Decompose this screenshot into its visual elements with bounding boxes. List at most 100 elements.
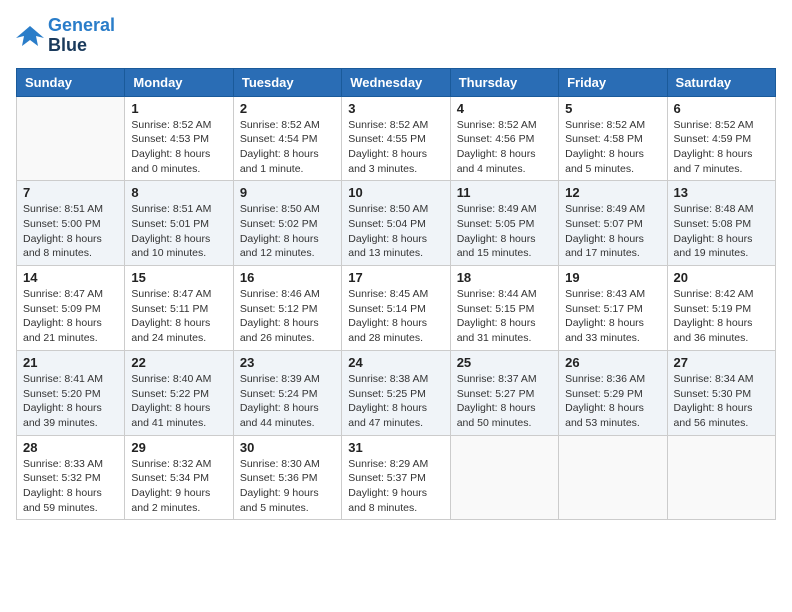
weekday-header-tuesday: Tuesday bbox=[233, 68, 341, 96]
day-number: 12 bbox=[565, 185, 660, 200]
calendar-cell: 26 Sunrise: 8:36 AMSunset: 5:29 PMDayligh… bbox=[559, 350, 667, 435]
day-info: Sunrise: 8:38 AMSunset: 5:25 PMDaylight:… bbox=[348, 372, 443, 431]
day-number: 26 bbox=[565, 355, 660, 370]
day-number: 1 bbox=[131, 101, 226, 116]
day-number: 29 bbox=[131, 440, 226, 455]
calendar-cell: 1Sunrise: 8:52 AMSunset: 4:53 PMDaylight… bbox=[125, 96, 233, 181]
calendar-cell: 19 Sunrise: 8:43 AMSunset: 5:17 PMDayligh… bbox=[559, 266, 667, 351]
day-info: Sunrise: 8:43 AMSunset: 5:17 PMDaylight:… bbox=[565, 287, 660, 346]
day-number: 18 bbox=[457, 270, 552, 285]
day-number: 16 bbox=[240, 270, 335, 285]
day-info: Sunrise: 8:41 AMSunset: 5:20 PMDaylight:… bbox=[23, 372, 118, 431]
calendar-cell: 12 Sunrise: 8:49 AMSunset: 5:07 PMDayligh… bbox=[559, 181, 667, 266]
calendar-cell: 4 Sunrise: 8:52 AMSunset: 4:56 PMDaylight… bbox=[450, 96, 558, 181]
day-number: 24 bbox=[348, 355, 443, 370]
day-number: 3 bbox=[348, 101, 443, 116]
calendar-cell: 2 Sunrise: 8:52 AMSunset: 4:54 PMDaylight… bbox=[233, 96, 341, 181]
calendar-cell: 28 Sunrise: 8:33 AMSunset: 5:32 PMDayligh… bbox=[17, 435, 125, 520]
calendar-cell: 25 Sunrise: 8:37 AMSunset: 5:27 PMDayligh… bbox=[450, 350, 558, 435]
day-number: 17 bbox=[348, 270, 443, 285]
day-number: 15 bbox=[131, 270, 226, 285]
day-info: Sunrise: 8:42 AMSunset: 5:19 PMDaylight:… bbox=[674, 287, 769, 346]
calendar-cell: 9 Sunrise: 8:50 AMSunset: 5:02 PMDaylight… bbox=[233, 181, 341, 266]
calendar-week-row: 1Sunrise: 8:52 AMSunset: 4:53 PMDaylight… bbox=[17, 96, 776, 181]
day-info: Sunrise: 8:52 AMSunset: 4:56 PMDaylight:… bbox=[457, 118, 552, 177]
day-number: 28 bbox=[23, 440, 118, 455]
calendar-header-row: SundayMondayTuesdayWednesdayThursdayFrid… bbox=[17, 68, 776, 96]
calendar-cell: 24 Sunrise: 8:38 AMSunset: 5:25 PMDayligh… bbox=[342, 350, 450, 435]
day-number: 8 bbox=[131, 185, 226, 200]
day-info: Sunrise: 8:51 AMSunset: 5:01 PMDaylight:… bbox=[131, 202, 226, 261]
calendar-week-row: 7Sunrise: 8:51 AMSunset: 5:00 PMDaylight… bbox=[17, 181, 776, 266]
day-info: Sunrise: 8:39 AMSunset: 5:24 PMDaylight:… bbox=[240, 372, 335, 431]
calendar-cell bbox=[667, 435, 775, 520]
day-info: Sunrise: 8:40 AMSunset: 5:22 PMDaylight:… bbox=[131, 372, 226, 431]
day-number: 10 bbox=[348, 185, 443, 200]
calendar-cell bbox=[17, 96, 125, 181]
calendar-cell: 15 Sunrise: 8:47 AMSunset: 5:11 PMDayligh… bbox=[125, 266, 233, 351]
calendar-cell: 18 Sunrise: 8:44 AMSunset: 5:15 PMDayligh… bbox=[450, 266, 558, 351]
calendar-table: SundayMondayTuesdayWednesdayThursdayFrid… bbox=[16, 68, 776, 521]
day-info: Sunrise: 8:51 AMSunset: 5:00 PMDaylight:… bbox=[23, 202, 118, 261]
day-number: 22 bbox=[131, 355, 226, 370]
day-info: Sunrise: 8:50 AMSunset: 5:04 PMDaylight:… bbox=[348, 202, 443, 261]
weekday-header-sunday: Sunday bbox=[17, 68, 125, 96]
day-info: Sunrise: 8:44 AMSunset: 5:15 PMDaylight:… bbox=[457, 287, 552, 346]
weekday-header-wednesday: Wednesday bbox=[342, 68, 450, 96]
day-info: Sunrise: 8:50 AMSunset: 5:02 PMDaylight:… bbox=[240, 202, 335, 261]
calendar-cell: 31 Sunrise: 8:29 AMSunset: 5:37 PMDayligh… bbox=[342, 435, 450, 520]
calendar-cell: 30 Sunrise: 8:30 AMSunset: 5:36 PMDayligh… bbox=[233, 435, 341, 520]
calendar-week-row: 28 Sunrise: 8:33 AMSunset: 5:32 PMDayligh… bbox=[17, 435, 776, 520]
day-info: Sunrise: 8:49 AMSunset: 5:07 PMDaylight:… bbox=[565, 202, 660, 261]
weekday-header-monday: Monday bbox=[125, 68, 233, 96]
calendar-cell bbox=[450, 435, 558, 520]
logo-icon bbox=[16, 24, 44, 48]
day-number: 9 bbox=[240, 185, 335, 200]
day-number: 2 bbox=[240, 101, 335, 116]
day-info: Sunrise: 8:47 AMSunset: 5:11 PMDaylight:… bbox=[131, 287, 226, 346]
day-number: 21 bbox=[23, 355, 118, 370]
calendar-cell: 10 Sunrise: 8:50 AMSunset: 5:04 PMDayligh… bbox=[342, 181, 450, 266]
calendar-cell: 23Sunrise: 8:39 AMSunset: 5:24 PMDayligh… bbox=[233, 350, 341, 435]
logo: GeneralBlue bbox=[16, 16, 115, 56]
day-info: Sunrise: 8:30 AMSunset: 5:36 PMDaylight:… bbox=[240, 457, 335, 516]
calendar-cell bbox=[559, 435, 667, 520]
calendar-week-row: 21 Sunrise: 8:41 AMSunset: 5:20 PMDayligh… bbox=[17, 350, 776, 435]
day-number: 6 bbox=[674, 101, 769, 116]
day-info: Sunrise: 8:46 AMSunset: 5:12 PMDaylight:… bbox=[240, 287, 335, 346]
day-info: Sunrise: 8:52 AMSunset: 4:54 PMDaylight:… bbox=[240, 118, 335, 177]
page-header: GeneralBlue bbox=[16, 16, 776, 56]
day-number: 11 bbox=[457, 185, 552, 200]
day-number: 13 bbox=[674, 185, 769, 200]
day-number: 5 bbox=[565, 101, 660, 116]
day-number: 25 bbox=[457, 355, 552, 370]
calendar-cell: 7Sunrise: 8:51 AMSunset: 5:00 PMDaylight… bbox=[17, 181, 125, 266]
day-info: Sunrise: 8:49 AMSunset: 5:05 PMDaylight:… bbox=[457, 202, 552, 261]
day-number: 27 bbox=[674, 355, 769, 370]
calendar-cell: 3 Sunrise: 8:52 AMSunset: 4:55 PMDaylight… bbox=[342, 96, 450, 181]
day-number: 31 bbox=[348, 440, 443, 455]
calendar-cell: 29 Sunrise: 8:32 AMSunset: 5:34 PMDayligh… bbox=[125, 435, 233, 520]
calendar-cell: 14 Sunrise: 8:47 AMSunset: 5:09 PMDayligh… bbox=[17, 266, 125, 351]
day-info: Sunrise: 8:34 AMSunset: 5:30 PMDaylight:… bbox=[674, 372, 769, 431]
calendar-cell: 20 Sunrise: 8:42 AMSunset: 5:19 PMDayligh… bbox=[667, 266, 775, 351]
day-info: Sunrise: 8:48 AMSunset: 5:08 PMDaylight:… bbox=[674, 202, 769, 261]
day-info: Sunrise: 8:32 AMSunset: 5:34 PMDaylight:… bbox=[131, 457, 226, 516]
day-info: Sunrise: 8:37 AMSunset: 5:27 PMDaylight:… bbox=[457, 372, 552, 431]
logo-text: GeneralBlue bbox=[48, 16, 115, 56]
day-number: 20 bbox=[674, 270, 769, 285]
day-info: Sunrise: 8:33 AMSunset: 5:32 PMDaylight:… bbox=[23, 457, 118, 516]
calendar-cell: 17Sunrise: 8:45 AMSunset: 5:14 PMDayligh… bbox=[342, 266, 450, 351]
calendar-cell: 8 Sunrise: 8:51 AMSunset: 5:01 PMDaylight… bbox=[125, 181, 233, 266]
day-info: Sunrise: 8:47 AMSunset: 5:09 PMDaylight:… bbox=[23, 287, 118, 346]
weekday-header-thursday: Thursday bbox=[450, 68, 558, 96]
day-number: 19 bbox=[565, 270, 660, 285]
day-info: Sunrise: 8:52 AMSunset: 4:55 PMDaylight:… bbox=[348, 118, 443, 177]
day-info: Sunrise: 8:36 AMSunset: 5:29 PMDaylight:… bbox=[565, 372, 660, 431]
day-number: 30 bbox=[240, 440, 335, 455]
day-info: Sunrise: 8:29 AMSunset: 5:37 PMDaylight:… bbox=[348, 457, 443, 516]
day-number: 14 bbox=[23, 270, 118, 285]
day-number: 4 bbox=[457, 101, 552, 116]
calendar-cell: 16 Sunrise: 8:46 AMSunset: 5:12 PMDayligh… bbox=[233, 266, 341, 351]
calendar-cell: 11 Sunrise: 8:49 AMSunset: 5:05 PMDayligh… bbox=[450, 181, 558, 266]
